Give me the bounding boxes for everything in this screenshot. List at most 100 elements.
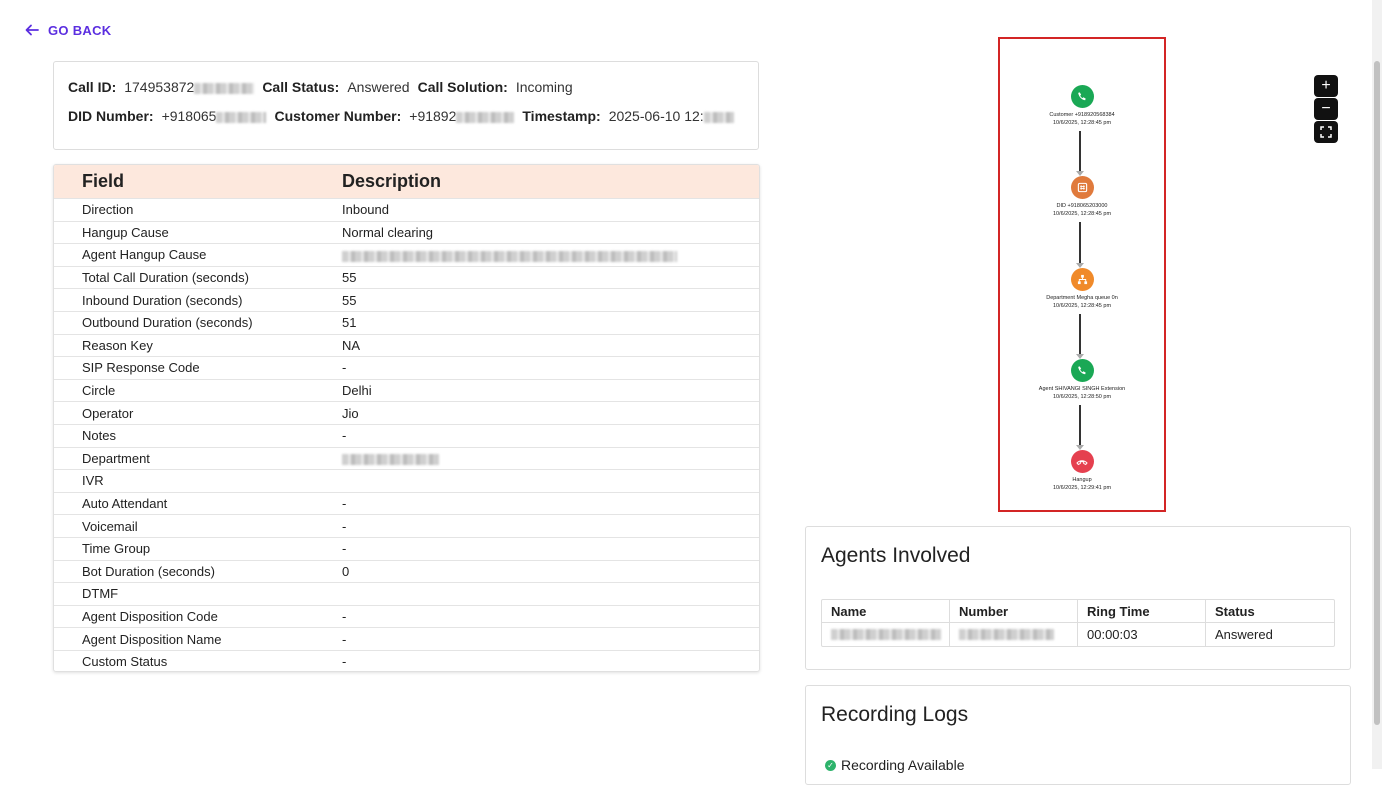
call-solution-label: Call Solution:: [417, 79, 508, 95]
description-cell: -: [342, 518, 347, 534]
flow-node[interactable]: DID +918065203000 10/6/2025, 12:28:45 pm: [1000, 176, 1164, 218]
field-cell: SIP Response Code: [82, 360, 200, 376]
description-cell: -: [342, 541, 347, 557]
field-cell: Total Call Duration (seconds): [82, 270, 249, 286]
field-cell: Custom Status: [82, 654, 168, 670]
field-cell: Voicemail: [82, 518, 138, 534]
flow-node[interactable]: Customer +918920568384 10/6/2025, 12:28:4…: [1000, 85, 1164, 127]
call-flow-diagram[interactable]: Customer +918920568384 10/6/2025, 12:28:4…: [998, 37, 1166, 512]
table-row: Hangup Cause Normal clearing: [54, 220, 759, 244]
table-row: Auto Attendant -: [54, 491, 759, 515]
table-row: 00:00:03 Answered: [822, 623, 1334, 646]
description-cell: [342, 247, 759, 262]
field-cell: Agent Hangup Cause: [82, 247, 207, 263]
timestamp-label: Timestamp:: [522, 108, 601, 124]
field-cell: Auto Attendant: [82, 496, 168, 512]
flow-node-title: Department Megha queue 0n: [1046, 295, 1118, 301]
agents-col-ring-time: Ring Time: [1078, 600, 1206, 622]
customer-number-value: +91892: [409, 108, 515, 124]
sitemap-icon: [1070, 268, 1094, 291]
fit-view-button[interactable]: [1314, 121, 1338, 143]
phone-icon: [1070, 359, 1094, 382]
call-solution-value: Incoming: [515, 79, 573, 95]
agents-col-status: Status: [1215, 603, 1255, 619]
description-cell: Jio: [342, 405, 359, 421]
table-row: Agent Disposition Code -: [54, 604, 759, 628]
agent-status: Answered: [1215, 627, 1273, 642]
table-row: Agent Hangup Cause: [54, 243, 759, 266]
agents-involved-title: Agents Involved: [821, 544, 971, 567]
description-cell: -: [342, 428, 347, 444]
call-id-label: Call ID:: [68, 79, 117, 95]
zoom-out-button[interactable]: −: [1314, 98, 1338, 120]
description-cell: 0: [342, 563, 350, 579]
agents-table-header: Name Number Ring Time Status: [822, 600, 1334, 623]
flow-node-time: 10/6/2025, 12:28:45 pm: [1052, 211, 1112, 217]
field-cell: Inbound Duration (seconds): [82, 292, 243, 308]
flow-node-label: Agent SHIVANGI SINGH Extension 10/6/2025,…: [1000, 385, 1164, 401]
flow-node-label: Department Megha queue 0n 10/6/2025, 12:2…: [1000, 294, 1164, 310]
agents-col-name: Name: [822, 600, 950, 622]
table-row: SIP Response Code -: [54, 356, 759, 379]
table-row: Circle Delhi: [54, 378, 759, 402]
field-cell: Agent Disposition Code: [82, 608, 218, 624]
description-cell: Inbound: [342, 202, 389, 218]
flow-node[interactable]: Department Megha queue 0n 10/6/2025, 12:2…: [1000, 268, 1164, 310]
table-row: Direction Inbound: [54, 198, 759, 221]
call-details-table: Field Description Direction Inbound Hangup…: [53, 164, 760, 672]
recording-status: ✓ Recording Available: [825, 757, 1350, 773]
flow-node[interactable]: Hangup 10/6/2025, 12:29:41 pm: [1000, 450, 1164, 492]
page-scrollbar[interactable]: [1372, 0, 1382, 769]
flow-node-time: 10/6/2025, 12:29:41 pm: [1052, 485, 1112, 491]
call-info-row-1: Call ID: 174953872 Call Status: Answered…: [68, 79, 744, 108]
table-row: Inbound Duration (seconds) 55: [54, 288, 759, 311]
description-cell: [342, 451, 759, 466]
description-cell: 51: [342, 315, 357, 331]
zoom-in-button[interactable]: +: [1314, 75, 1338, 97]
flow-edge: [1079, 314, 1081, 355]
flow-node-label: Customer +918920568384 10/6/2025, 12:28:4…: [1000, 111, 1164, 127]
did-number-value: +918065: [162, 108, 267, 124]
field-cell: Notes: [82, 428, 116, 444]
flow-node-time: 10/6/2025, 12:28:45 pm: [1052, 303, 1112, 309]
call-status-value: Answered: [347, 79, 410, 95]
agent-number: [950, 623, 1078, 646]
description-cell: 55: [342, 292, 357, 308]
table-row: Agent Disposition Name -: [54, 627, 759, 650]
description-column-header: Description: [342, 171, 442, 191]
field-cell: Reason Key: [82, 337, 153, 353]
recording-status-label: Recording Available: [841, 757, 965, 773]
field-cell: Direction: [82, 202, 134, 218]
flow-node-title: DID +918065203000: [1056, 203, 1108, 209]
field-cell: Department: [82, 450, 150, 466]
go-back-link[interactable]: GO BACK: [24, 22, 112, 38]
table-row: Reason Key NA: [54, 333, 759, 357]
did-number-label: DID Number:: [68, 108, 154, 124]
agents-involved-panel: Agents Involved Name Number Ring Time St…: [805, 526, 1351, 670]
agents-table: Name Number Ring Time Status 00:00:03 An…: [821, 599, 1335, 647]
scrollbar-thumb[interactable]: [1374, 61, 1380, 725]
call-info-row-2: DID Number: +918065 Customer Number: +91…: [68, 108, 744, 137]
field-column-header: Field: [82, 171, 125, 191]
flow-node-label: DID +918065203000 10/6/2025, 12:28:45 pm: [1000, 202, 1164, 218]
fullscreen-icon: [1320, 126, 1332, 138]
flow-node[interactable]: Agent SHIVANGI SINGH Extension 10/6/2025,…: [1000, 359, 1164, 401]
field-cell: Circle: [82, 383, 116, 399]
flow-node-time: 10/6/2025, 12:28:50 pm: [1052, 394, 1112, 400]
field-cell: Operator: [82, 405, 134, 421]
agents-col-number: Number: [950, 600, 1078, 622]
table-row: Total Call Duration (seconds) 55: [54, 265, 759, 289]
table-row: Voicemail -: [54, 514, 759, 537]
table-body: Direction Inbound Hangup Cause Normal clear…: [54, 198, 759, 671]
description-cell: -: [342, 496, 347, 512]
field-cell: DTMF: [82, 586, 119, 602]
table-row: IVR: [54, 469, 759, 492]
flow-edge: [1079, 222, 1081, 264]
table-row: Custom Status -: [54, 649, 759, 671]
table-row: Operator Jio: [54, 401, 759, 424]
field-cell: Time Group: [82, 541, 151, 557]
table-row: Outbound Duration (seconds) 51: [54, 310, 759, 334]
description-cell: NA: [342, 337, 361, 353]
hash-icon: [1070, 176, 1094, 199]
table-row: Notes -: [54, 423, 759, 447]
